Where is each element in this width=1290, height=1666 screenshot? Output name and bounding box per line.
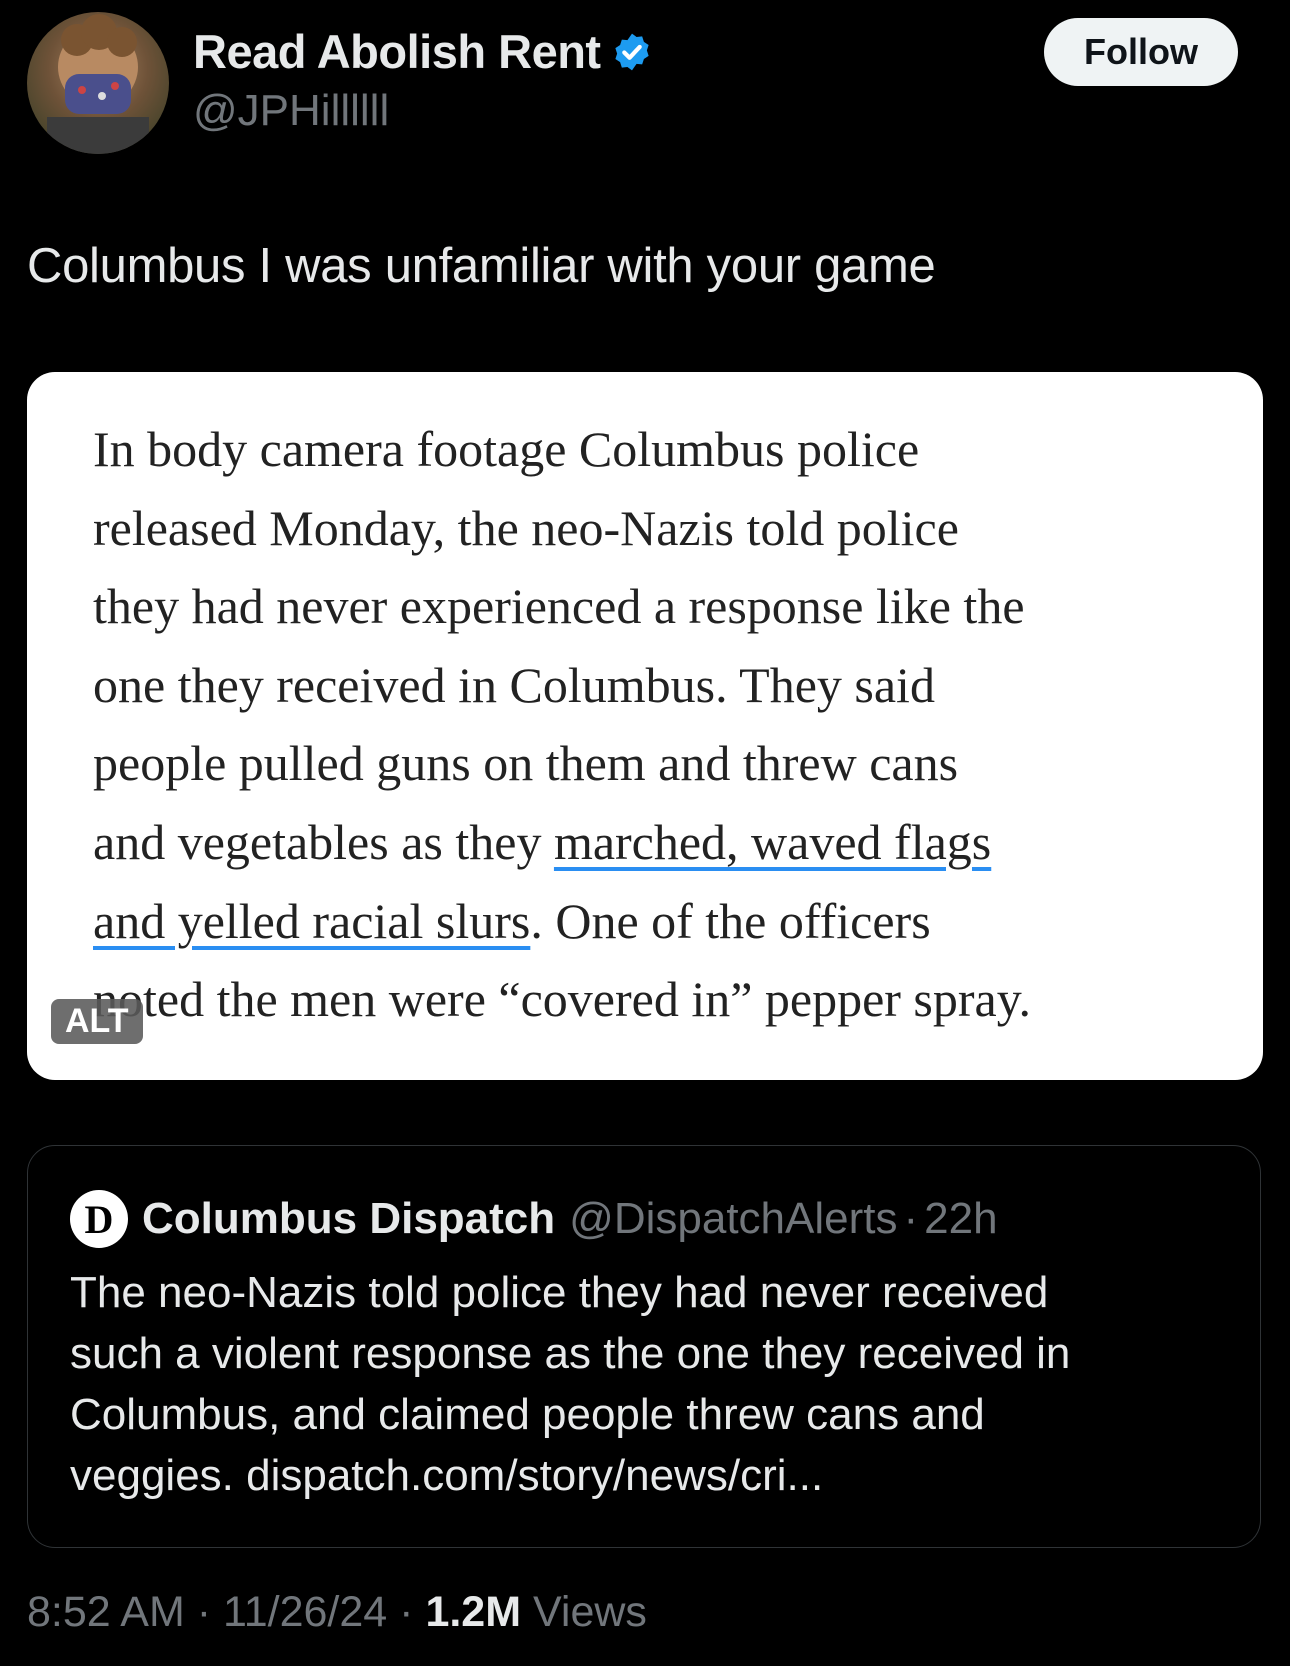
article-line: people pulled guns on them and threw can… [93,735,959,792]
tweet-image[interactable]: In body camera footage Columbus police r… [27,372,1263,1080]
article-excerpt: In body camera footage Columbus police r… [93,410,1233,1039]
quoted-text-line: such a violent response as the one they … [70,1329,1071,1378]
avatar[interactable] [27,12,169,154]
dispatch-logo-icon: D [70,1190,128,1248]
article-line: noted the men were “covered in” pepper s… [93,971,1031,1028]
author-display-name-row[interactable]: Read Abolish Rent [193,24,653,79]
article-line: released Monday, the neo-Nazis told poli… [93,499,959,556]
quoted-author-handle: @DispatchAlerts [569,1194,898,1243]
quoted-tweet[interactable]: D Columbus Dispatch @DispatchAlerts · 22… [27,1145,1261,1548]
separator-dot: · [196,1588,212,1636]
article-line: and vegetables as they marched, waved fl… [93,813,992,870]
quoted-author-name: Columbus Dispatch [142,1194,556,1243]
tweet-time[interactable]: 8:52 AM [27,1588,185,1636]
article-line: and yelled racial slurs. One of the offi… [93,892,931,949]
author-handle[interactable]: @JPHillllll [193,86,389,136]
avatar-image [47,14,149,154]
quoted-timestamp: 22h [924,1194,998,1243]
separator-dot: · [903,1194,919,1243]
alt-text-badge[interactable]: ALT [51,999,143,1044]
article-link: and yelled racial slurs [93,892,531,949]
quoted-tweet-text: The neo-Nazis told police they had never… [70,1262,1230,1506]
tweet-text: Columbus I was unfamiliar with your game [27,239,936,293]
tweet-metadata: 8:52 AM · 11/26/24 · 1.2M Views [27,1588,647,1637]
separator-dot: · [399,1588,414,1636]
quoted-text-line: Columbus, and claimed people threw cans … [70,1390,985,1439]
follow-button[interactable]: Follow [1044,18,1238,86]
quoted-text-line: The neo-Nazis told police they had never… [70,1268,1049,1317]
tweet-date[interactable]: 11/26/24 [223,1588,387,1636]
views-count: 1.2M [425,1588,522,1636]
article-link: marched, waved flags [553,813,992,870]
quoted-text-line: veggies. dispatch.com/story/news/cri... [70,1451,824,1500]
views-label: Views [533,1588,647,1636]
author-display-name[interactable]: Read Abolish Rent [193,24,601,79]
quoted-tweet-header: D Columbus Dispatch @DispatchAlerts · 22… [70,1190,998,1248]
article-line: In body camera footage Columbus police [93,421,920,477]
article-line: they had never experienced a response li… [93,578,1025,635]
verified-badge-icon [614,33,649,70]
article-line: one they received in Columbus. They said [93,656,935,713]
